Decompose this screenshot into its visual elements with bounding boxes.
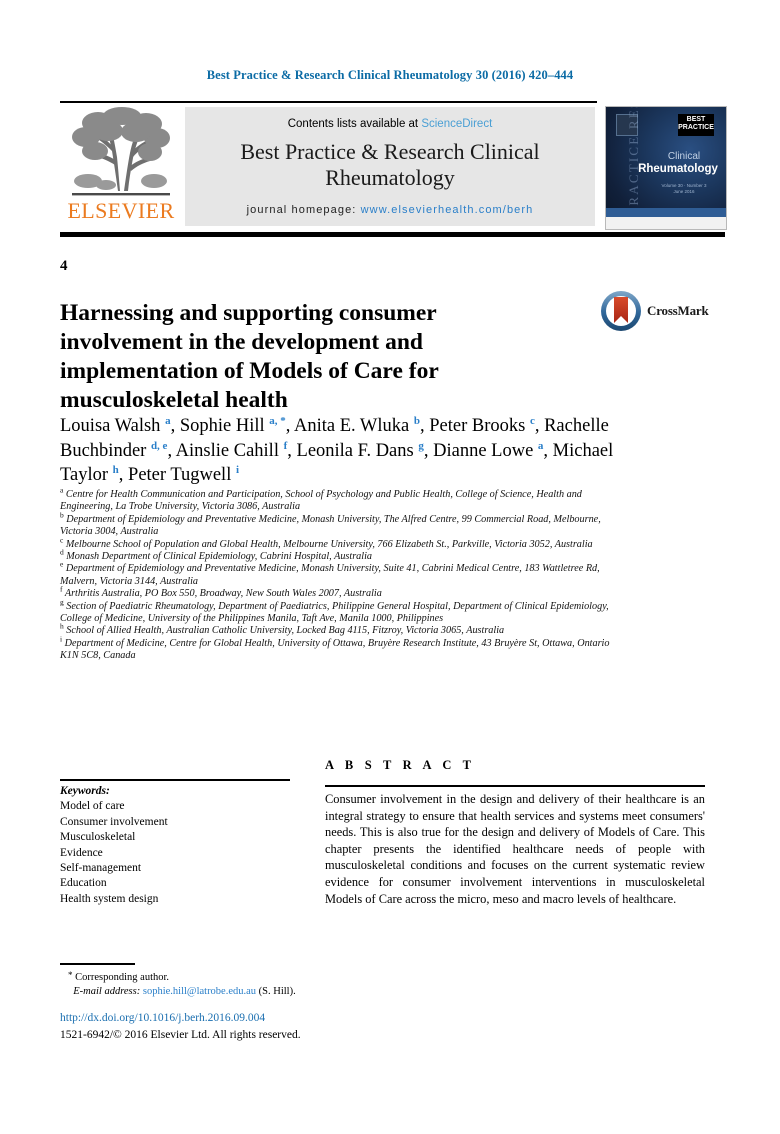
author-separator: , — [419, 416, 430, 436]
homepage-url-link[interactable]: www.elsevierhealth.com/berh — [361, 204, 534, 216]
affiliation-item: a Centre for Health Communication and Pa… — [60, 486, 613, 514]
corresponding-author-note: * Corresponding author. E-mail address: … — [68, 968, 488, 999]
copyright-line: 1521-6942/© 2016 Elsevier Ltd. All right… — [60, 1029, 301, 1041]
affiliation-text: School of Allied Health, Australian Cath… — [63, 625, 505, 637]
keyword-item: Musculoskeletal — [60, 831, 136, 844]
affiliation-item: d Monash Department of Clinical Epidemio… — [60, 548, 613, 563]
author-list: Louisa Walsh a, Sophie Hill a, *, Anita … — [60, 414, 620, 488]
abstract-body: Consumer involvement in the design and d… — [325, 792, 705, 906]
contents-prefix: Contents lists available at — [287, 118, 422, 130]
author-separator: , — [167, 440, 176, 461]
abstract-rule — [325, 785, 705, 787]
doi-link[interactable]: http://dx.doi.org/10.1016/j.berh.2016.09… — [60, 1012, 265, 1024]
email-line: E-mail address: sophie.hill@latrobe.edu.… — [68, 985, 488, 999]
email-label: E-mail address: — [73, 986, 141, 997]
keyword-item: Education — [60, 877, 107, 890]
cover-issue-line: Volume 30 · Number 3 June 2016 — [661, 183, 707, 194]
affiliation-item: h School of Allied Health, Australian Ca… — [60, 623, 613, 637]
journal-cover-thumbnail: BEST PRACTICE PRACTICE RESEARCH Clinical… — [605, 106, 727, 230]
author-name: Dianne Lowe — [433, 440, 538, 461]
author-separator: , — [118, 465, 129, 485]
affiliation-text: Arthritis Australia, PO Box 550, Broadwa… — [62, 588, 382, 600]
contents-available-line: Contents lists available at ScienceDirec… — [185, 118, 595, 130]
masthead-panel: Contents lists available at ScienceDirec… — [185, 107, 595, 226]
asterisk-icon: * — [68, 970, 73, 980]
author-affiliation-mark: i — [235, 463, 240, 476]
author-separator: , — [543, 440, 553, 461]
author-separator: , — [423, 440, 434, 461]
elsevier-wordmark: ELSEVIER — [67, 198, 175, 223]
chapter-number: 4 — [60, 258, 68, 274]
abstract-heading: A B S T R A C T — [325, 758, 476, 772]
author-affiliation-mark: a, * — [269, 414, 286, 427]
affiliation-text: Centre for Health Communication and Part… — [60, 489, 582, 513]
crossmark-icon — [601, 291, 641, 331]
cover-stripe — [606, 208, 726, 217]
author-separator: , — [170, 416, 180, 436]
affiliation-text: Melbourne School of Population and Globa… — [63, 538, 593, 550]
email-suffix: (S. Hill). — [258, 986, 296, 997]
author-affiliation-mark: d, e — [150, 439, 168, 452]
affiliation-item: e Department of Epidemiology and Prevent… — [60, 561, 613, 588]
keywords-heading: Keywords: — [60, 785, 110, 797]
keywords-rule — [60, 779, 290, 781]
elsevier-logo: ELSEVIER — [60, 107, 182, 227]
keywords-block: Keywords: Model of care Consumer involvem… — [60, 784, 300, 907]
author-name: Sophie Hill — [179, 416, 270, 436]
affiliation-text: Monash Department of Clinical Epidemiolo… — [63, 551, 373, 563]
journal-title: Best Practice & Research Clinical Rheuma… — [240, 139, 540, 190]
running-head: Best Practice & Research Clinical Rheuma… — [206, 68, 574, 82]
cover-title-line1: Clinical — [667, 151, 701, 162]
author-name: Peter Tugwell — [128, 465, 236, 485]
page-title: Harnessing and supporting consumer invol… — [60, 299, 439, 413]
keyword-item: Model of care — [60, 800, 125, 813]
author-name: Peter Brooks — [429, 416, 530, 436]
elsevier-tree-icon — [72, 107, 170, 196]
author-name: Anita E. Wluka — [293, 416, 414, 436]
cover-title-line2: Rheumatology — [638, 163, 718, 175]
journal-homepage-line: journal homepage: www.elsevierhealth.com… — [185, 204, 595, 216]
cover-best-practice-badge: BEST PRACTICE — [678, 114, 714, 136]
sciencedirect-link[interactable]: ScienceDirect — [421, 118, 492, 130]
affiliation-item: i Department of Medicine, Centre for Glo… — [60, 635, 613, 663]
affiliation-item: f Arthritis Australia, PO Box 550, Broad… — [60, 586, 613, 600]
affiliation-item: c Melbourne School of Population and Glo… — [60, 536, 613, 551]
affiliation-text: Department of Medicine, Centre for Globa… — [60, 637, 610, 662]
article-first-page: Best Practice & Research Clinical Rheuma… — [0, 0, 780, 1134]
journal-masthead: ELSEVIER Contents lists available at Sci… — [60, 103, 727, 230]
crossmark-label: CrossMark — [647, 303, 709, 318]
masthead-bottom-rule — [60, 232, 725, 237]
cover-vertical-text: PRACTICE RESEARCH — [626, 106, 641, 215]
keyword-item: Consumer involvement — [60, 815, 168, 828]
affiliation-item: b Department of Epidemiology and Prevent… — [60, 511, 613, 539]
author-separator: , — [285, 416, 294, 436]
footnote-rule — [60, 963, 135, 965]
homepage-label: journal homepage: — [246, 204, 357, 216]
email-link[interactable]: sophie.hill@latrobe.edu.au — [143, 986, 256, 997]
cover-footer-band — [606, 217, 726, 229]
keyword-item: Health system design — [60, 892, 159, 905]
affiliation-text: Department of Epidemiology and Preventat… — [60, 563, 600, 587]
keyword-item: Self-management — [60, 862, 142, 875]
keyword-item: Evidence — [60, 846, 103, 859]
corresponding-text: Corresponding author. — [75, 972, 170, 983]
corresponding-line: * Corresponding author. — [68, 968, 488, 985]
author-name: Louisa Walsh — [60, 416, 166, 436]
author-separator: , — [287, 440, 297, 461]
affiliation-list: a Centre for Health Communication and Pa… — [60, 486, 613, 663]
author-name: Ainslie Cahill — [175, 440, 284, 461]
crossmark-badge[interactable]: CrossMark — [600, 290, 712, 334]
keywords-items: Model of care Consumer involvement Musculo… — [60, 799, 300, 907]
author-name: Leonila F. Dans — [296, 440, 419, 461]
affiliation-text: Section of Paediatric Rheumatology, Depa… — [60, 600, 609, 625]
author-separator: , — [534, 416, 545, 436]
affiliation-text: Department of Epidemiology and Preventat… — [60, 513, 601, 538]
affiliation-item: g Section of Paediatric Rheumatology, De… — [60, 598, 613, 626]
